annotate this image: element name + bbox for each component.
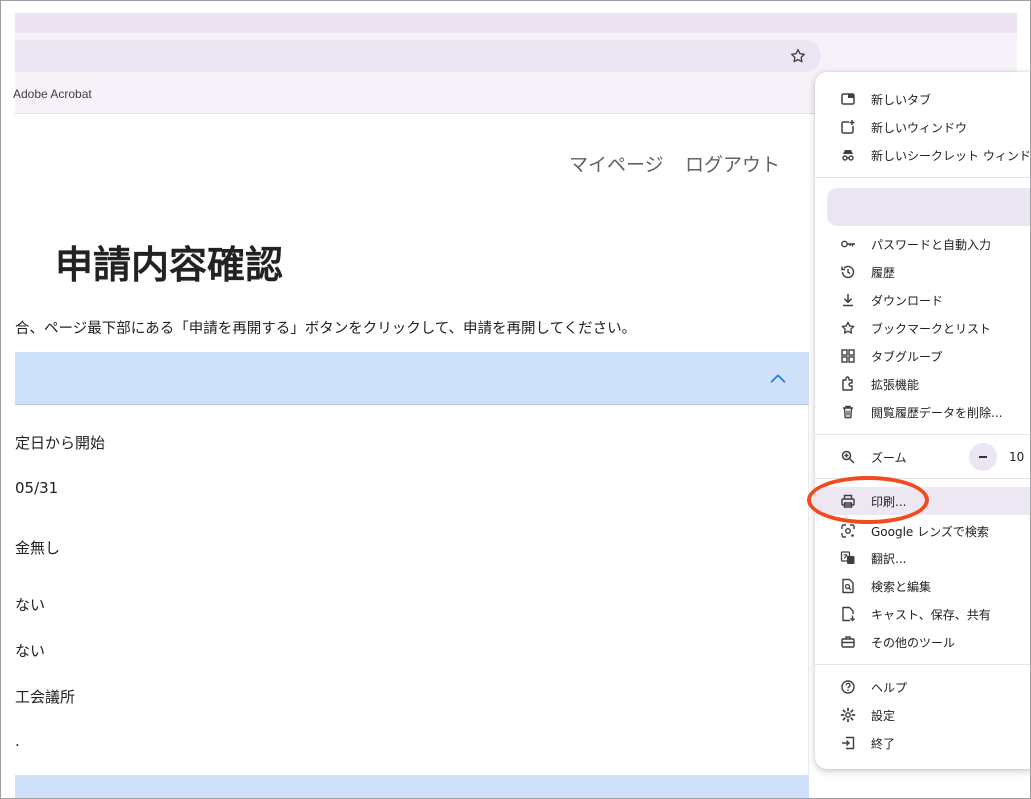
menu-item-label: ヘルプ — [871, 681, 908, 695]
zoom-icon — [839, 448, 857, 466]
menu-item-label: 拡張機能 — [871, 378, 920, 392]
menu-item-label: 設定 — [871, 709, 896, 723]
history-icon — [839, 263, 857, 281]
lens-icon — [839, 522, 857, 540]
menu-item-bookmarks[interactable]: ブックマークとリスト — [815, 314, 1030, 342]
menu-item-tab-groups[interactable]: タブグループ — [815, 342, 1030, 370]
menu-item-label: ダウンロード — [871, 294, 944, 308]
toolbox-icon — [839, 633, 857, 651]
row-value: 定日から開始 — [15, 434, 106, 452]
menu-item-label: 新しいウィンドウ — [871, 121, 968, 135]
menu-item-passwords[interactable]: パスワードと自動入力 — [815, 230, 1030, 258]
settings-icon — [839, 706, 857, 724]
menu-item-translate[interactable]: 翻訳... — [815, 544, 1030, 572]
row-value: 05/31 — [15, 479, 59, 497]
translate-icon — [839, 549, 857, 567]
zoom-out-button[interactable] — [969, 443, 997, 471]
menu-item-downloads[interactable]: ダウンロード — [815, 286, 1030, 314]
download-icon — [839, 291, 857, 309]
bookmark-star-icon[interactable] — [787, 45, 809, 67]
menu-item-label: 翻訳... — [871, 552, 907, 566]
profile-button[interactable] — [827, 188, 1030, 226]
page-title: 申請内容確認 — [55, 243, 284, 287]
row-value: . — [15, 732, 20, 750]
menu-item-clear-data[interactable]: 閲覧履歴データを削除... — [815, 398, 1030, 426]
menu-item-print[interactable]: 印刷... — [815, 487, 1030, 515]
menu-item-help[interactable]: ヘルプ — [815, 673, 1030, 701]
chrome-app-menu: 新しいタブ 新しいウィンドウ 新しいシークレット ウィンドウ パスワードと自動入… — [815, 72, 1031, 769]
chevron-up-icon[interactable] — [767, 368, 789, 390]
menu-item-label: パスワードと自動入力 — [871, 238, 992, 252]
exit-icon — [839, 734, 857, 752]
row-value: ない — [15, 596, 46, 614]
star-icon — [839, 319, 857, 337]
menu-item-label: 履歴 — [871, 266, 896, 280]
tab-strip[interactable] — [15, 13, 1017, 33]
menu-separator — [815, 478, 1030, 479]
menu-item-label: 検索と編集 — [871, 580, 932, 594]
zoom-level: 10 — [1009, 450, 1025, 464]
menu-item-label: 新しいタブ — [871, 93, 932, 107]
address-bar[interactable] — [15, 40, 821, 72]
menu-separator — [815, 434, 1030, 435]
browser-window: Adobe Acrobat マイページ ログアウト 申請内容確認 合、ページ最下… — [0, 0, 1031, 799]
menu-item-label: Google レンズで検索 — [871, 525, 989, 539]
row-value: ない — [15, 642, 46, 660]
print-icon — [839, 492, 857, 510]
menu-item-label: 印刷... — [871, 495, 907, 509]
accordion-body: 定日から開始 05/31 金無し ない ない 工会議所 . — [15, 405, 809, 775]
menu-item-google-lens[interactable]: Google レンズで検索 — [815, 517, 1030, 545]
menu-item-label: 終了 — [871, 737, 896, 751]
new-tab-icon — [839, 90, 857, 108]
menu-item-zoom: ズーム — [815, 443, 1030, 471]
bookmark-adobe-acrobat[interactable]: Adobe Acrobat — [13, 87, 92, 101]
menu-item-label: タブグループ — [871, 350, 943, 364]
new-window-icon — [839, 118, 857, 136]
menu-item-cast-save-share[interactable]: キャスト、保存、共有 — [815, 600, 1030, 628]
menu-item-settings[interactable]: 設定 — [815, 701, 1030, 729]
nav-mypage-link[interactable]: マイページ — [569, 150, 664, 177]
menu-separator — [815, 664, 1030, 665]
instruction-text: 合、ページ最下部にある「申請を再開する」ボタンをクリックして、申請を再開してくだ… — [15, 321, 637, 337]
tab-groups-icon — [839, 347, 857, 365]
menu-item-label: 閲覧履歴データを削除... — [871, 406, 1003, 420]
incognito-icon — [839, 146, 857, 164]
cast-save-icon — [839, 605, 857, 623]
menu-item-exit[interactable]: 終了 — [815, 729, 1030, 757]
menu-item-history[interactable]: 履歴 — [815, 258, 1030, 286]
menu-item-find-edit[interactable]: 検索と編集 — [815, 572, 1030, 600]
menu-item-incognito[interactable]: 新しいシークレット ウィンドウ — [815, 141, 1031, 169]
trash-icon — [839, 403, 857, 421]
menu-item-new-tab[interactable]: 新しいタブ — [815, 85, 1030, 113]
menu-item-new-window[interactable]: 新しいウィンドウ — [815, 113, 1030, 141]
menu-item-label: ブックマークとリスト — [871, 322, 992, 336]
menu-item-extensions[interactable]: 拡張機能 — [815, 370, 1030, 398]
find-icon — [839, 577, 857, 595]
key-icon — [839, 235, 857, 253]
menu-item-label: キャスト、保存、共有 — [871, 608, 991, 622]
menu-item-label: 新しいシークレット ウィンドウ — [871, 149, 1031, 163]
row-value: 工会議所 — [15, 688, 76, 706]
menu-item-label: その他のツール — [871, 636, 956, 650]
menu-item-label: ズーム — [871, 451, 907, 465]
nav-logout-link[interactable]: ログアウト — [685, 150, 780, 177]
menu-separator — [815, 177, 1030, 178]
next-accordion-header[interactable] — [15, 775, 809, 798]
extension-icon — [839, 375, 857, 393]
row-value: 金無し — [15, 539, 61, 557]
help-icon — [839, 678, 857, 696]
menu-item-more-tools[interactable]: その他のツール — [815, 628, 1030, 656]
accordion-header[interactable] — [15, 352, 809, 405]
